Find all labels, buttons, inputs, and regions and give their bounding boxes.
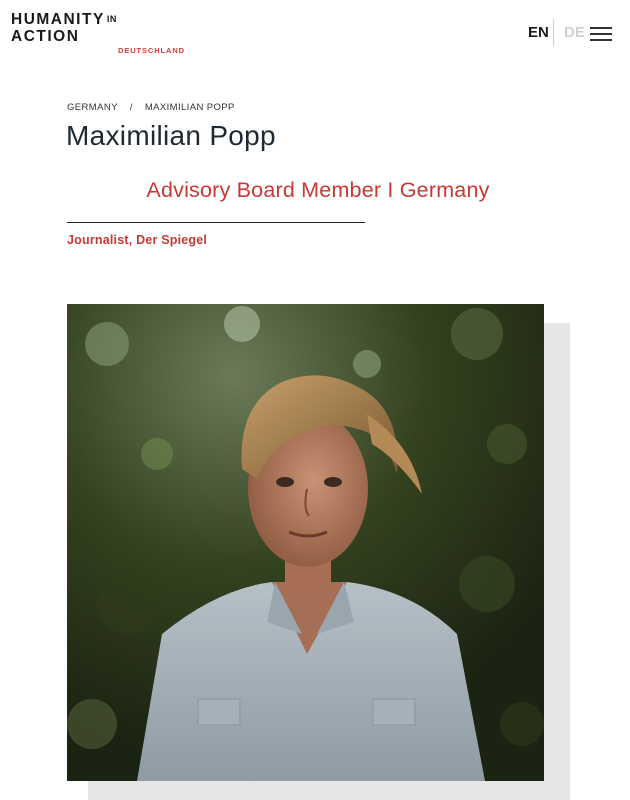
profile-subtitle: Journalist, Der Spiegel xyxy=(67,233,208,247)
breadcrumb-separator: / xyxy=(129,102,133,113)
page-title: Maximilian Popp xyxy=(66,120,276,151)
profile-photo xyxy=(67,304,544,781)
menu-line xyxy=(590,33,612,35)
language-de-link[interactable]: DE xyxy=(564,24,585,41)
portrait-image xyxy=(67,304,544,781)
title-divider xyxy=(67,222,365,223)
breadcrumb: GERMANY / MAXIMILIAN POPP xyxy=(67,102,235,113)
breadcrumb-item-current: MAXIMILIAN POPP xyxy=(144,102,235,113)
menu-line xyxy=(590,27,612,29)
role-title: Advisory Board Member I Germany xyxy=(146,178,490,202)
logo-line-2: ACTION xyxy=(11,28,80,45)
language-en-link[interactable]: EN xyxy=(528,24,549,41)
site-header: HUMANITY IN ACTION DEUTSCHLAND EN DE xyxy=(0,0,630,70)
language-divider xyxy=(553,19,554,46)
logo-subtitle: DEUTSCHLAND xyxy=(118,46,185,55)
humanity-in-action-logo[interactable]: HUMANITY IN ACTION DEUTSCHLAND xyxy=(11,11,186,59)
logo-line-1: HUMANITY IN xyxy=(11,11,117,28)
hamburger-menu-icon[interactable] xyxy=(590,27,612,41)
menu-line xyxy=(590,39,612,41)
breadcrumb-item-germany[interactable]: GERMANY xyxy=(67,102,118,113)
